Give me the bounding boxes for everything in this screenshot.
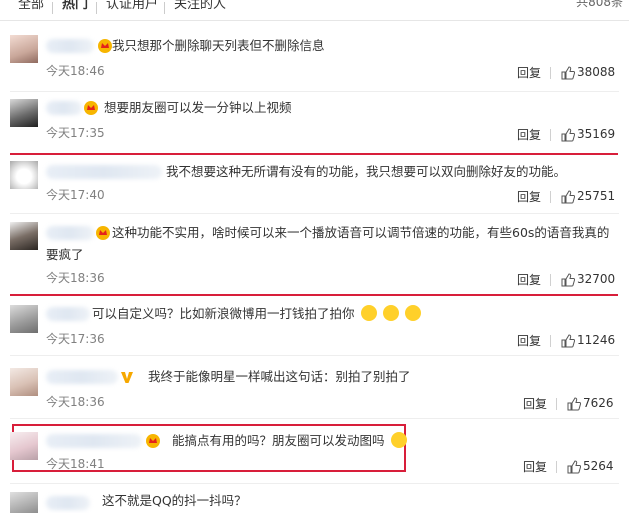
- avatar[interactable]: [10, 161, 38, 189]
- verified-v-icon: [121, 372, 133, 383]
- crown-badge-icon: [98, 39, 112, 53]
- like-count[interactable]: 25751: [577, 189, 615, 203]
- thumbs-up-icon[interactable]: [567, 397, 581, 411]
- comment-text: 想要朋友圈可以发一分钟以上视频: [104, 100, 292, 115]
- tab-verified[interactable]: 认证用户: [106, 0, 158, 12]
- comment-divider: [10, 483, 619, 484]
- comment-time: 今天17:36: [46, 332, 105, 346]
- comment-text: 这种功能不实用，啥时候可以来一个播放语音可以调节倍速的功能，有些60s的语音我真…: [46, 225, 610, 262]
- username[interactable]: [46, 370, 118, 384]
- face-emoji-icon: [390, 432, 407, 448]
- reply-button[interactable]: 回复: [523, 395, 547, 412]
- highlight-divider: [10, 153, 618, 155]
- action-separator: [556, 461, 557, 473]
- action-separator: [550, 67, 551, 79]
- comment-item: 我只想那个删除聊天列表但不删除信息 今天18:46 回复 38088: [0, 33, 629, 91]
- reply-button[interactable]: 回复: [517, 271, 541, 288]
- like-count[interactable]: 32700: [577, 272, 615, 286]
- comment-text: 我不想要这种无所谓有没有的功能，我只想要可以双向删除好友的功能。: [166, 164, 567, 179]
- comment-total-count: 共808条: [576, 0, 623, 9]
- avatar[interactable]: [10, 35, 38, 63]
- thumbs-up-icon[interactable]: [561, 128, 575, 142]
- avatar[interactable]: [10, 305, 38, 333]
- thumbs-up-icon[interactable]: [561, 273, 575, 287]
- username[interactable]: [46, 434, 142, 448]
- thumbs-up-icon[interactable]: [561, 190, 575, 204]
- face-emoji-icon: [382, 305, 399, 321]
- comment-text: 我终于能像明星一样喊出这句话：别拍了别拍了: [148, 369, 411, 384]
- thumbs-up-icon[interactable]: [561, 66, 575, 80]
- username[interactable]: [46, 101, 82, 115]
- like-count[interactable]: 35169: [577, 127, 615, 141]
- face-emoji-icon: [404, 305, 421, 321]
- crown-badge-icon: [146, 434, 160, 448]
- comment-time: 今天17:40: [46, 188, 105, 202]
- face-emoji-icon: [360, 305, 377, 321]
- like-count[interactable]: 11246: [577, 333, 615, 347]
- comment-divider: [10, 355, 619, 356]
- username[interactable]: [46, 307, 90, 321]
- comment-item: 想要朋友圈可以发一分钟以上视频 今天17:35 回复 35169: [0, 95, 629, 153]
- avatar[interactable]: [10, 368, 38, 396]
- comment-item: 这种功能不实用，啥时候可以来一个播放语音可以调节倍速的功能，有些60s的语音我真…: [0, 220, 629, 292]
- comment-time: 今天18:36: [46, 271, 105, 285]
- comment-time: 今天18:46: [46, 64, 105, 78]
- comment-text: 我只想那个删除聊天列表但不删除信息: [112, 38, 325, 53]
- tab-separator: [164, 2, 165, 14]
- comment-divider: [10, 418, 619, 419]
- comment-item: 这不就是QQ的抖一抖吗？: [0, 488, 629, 513]
- like-count[interactable]: 38088: [577, 65, 615, 79]
- action-separator: [556, 398, 557, 410]
- comment-item: 我不想要这种无所谓有没有的功能，我只想要可以双向删除好友的功能。 今天17:40…: [0, 159, 629, 217]
- avatar[interactable]: [10, 432, 38, 460]
- comment-text: 可以自定义吗？比如新浪微博用一打钱拍了拍你: [92, 303, 421, 325]
- comment-text-content: 能搞点有用的吗？朋友圈可以发动图吗: [172, 433, 385, 448]
- comment-time: 今天17:35: [46, 126, 105, 140]
- comment-divider: [10, 213, 619, 214]
- thumbs-up-icon[interactable]: [567, 460, 581, 474]
- comment-text-content: 可以自定义吗？比如新浪微博用一打钱拍了拍你: [92, 306, 355, 321]
- action-separator: [550, 335, 551, 347]
- reply-button[interactable]: 回复: [517, 332, 541, 349]
- tab-following[interactable]: 关注的人: [174, 0, 226, 12]
- crown-badge-icon: [84, 101, 98, 115]
- reply-button[interactable]: 回复: [517, 188, 541, 205]
- avatar[interactable]: [10, 99, 38, 127]
- comment-divider: [10, 91, 619, 92]
- comment-filter-tabs: 全部 热门 认证用户 关注的人 共808条: [0, 0, 629, 21]
- tab-all[interactable]: 全部: [18, 0, 44, 12]
- action-separator: [550, 191, 551, 203]
- action-separator: [550, 274, 551, 286]
- comment-item: 能搞点有用的吗？朋友圈可以发动图吗 今天18:41 回复 5264: [0, 428, 629, 484]
- username[interactable]: [46, 165, 162, 179]
- reply-button[interactable]: 回复: [517, 126, 541, 143]
- reply-button[interactable]: 回复: [523, 458, 547, 475]
- comment-time: 今天18:41: [46, 457, 105, 471]
- tab-hot[interactable]: 热门: [62, 0, 88, 12]
- highlight-divider: [10, 294, 618, 296]
- comment-item: 可以自定义吗？比如新浪微博用一打钱拍了拍你 今天17:36 回复 11246: [0, 301, 629, 357]
- comment-text: 这不就是QQ的抖一抖吗？: [102, 493, 247, 508]
- username[interactable]: [46, 496, 90, 510]
- like-count[interactable]: 5264: [583, 459, 614, 473]
- action-separator: [550, 129, 551, 141]
- tab-separator: [52, 2, 53, 14]
- comment-time: 今天18:36: [46, 395, 105, 409]
- avatar[interactable]: [10, 222, 38, 250]
- reply-button[interactable]: 回复: [517, 64, 541, 81]
- thumbs-up-icon[interactable]: [561, 334, 575, 348]
- username[interactable]: [46, 39, 94, 53]
- tab-separator: [96, 2, 97, 14]
- comment-text: 能搞点有用的吗？朋友圈可以发动图吗: [172, 430, 407, 452]
- like-count[interactable]: 7626: [583, 396, 614, 410]
- comment-item: 我终于能像明星一样喊出这句话：别拍了别拍了 今天18:36 回复 7626: [0, 364, 629, 420]
- avatar[interactable]: [10, 492, 38, 513]
